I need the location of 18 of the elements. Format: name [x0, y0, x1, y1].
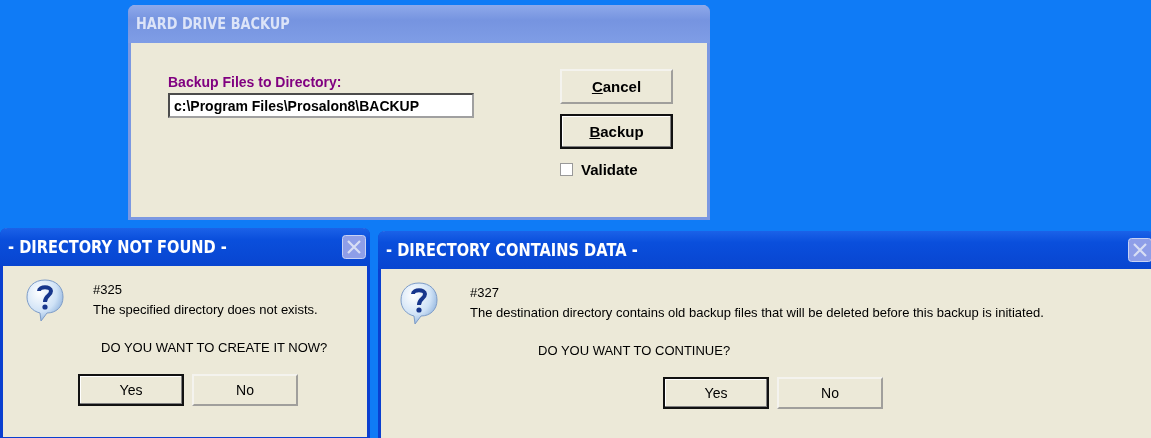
message-text: The specified directory does not exists. [93, 302, 318, 317]
close-icon[interactable] [342, 235, 366, 259]
field-label: Backup Files to Directory: [168, 74, 343, 90]
window-title: - DIRECTORY CONTAINS DATA - [386, 240, 638, 260]
dialog-button[interactable]: No [192, 374, 298, 406]
message-code: #325 [93, 282, 122, 297]
dialog-button[interactable]: Yes [663, 377, 769, 409]
close-icon[interactable] [1128, 238, 1151, 262]
dialog-button[interactable]: No [777, 377, 883, 409]
message-text: The destination directory contains old backup files that will be deleted before this backup is initiated. [470, 305, 1044, 320]
question-text: DO YOU WANT TO CONTINUE? [538, 343, 731, 358]
message-code: #327 [470, 285, 499, 300]
window-title: HARD DRIVE BACKUP [136, 15, 290, 33]
window-title: - DIRECTORY NOT FOUND - [8, 237, 227, 257]
question-icon [25, 278, 65, 322]
dialog-button[interactable]: Yes [78, 374, 184, 406]
question-icon [399, 281, 439, 325]
question-text: DO YOU WANT TO CREATE IT NOW? [101, 340, 328, 355]
